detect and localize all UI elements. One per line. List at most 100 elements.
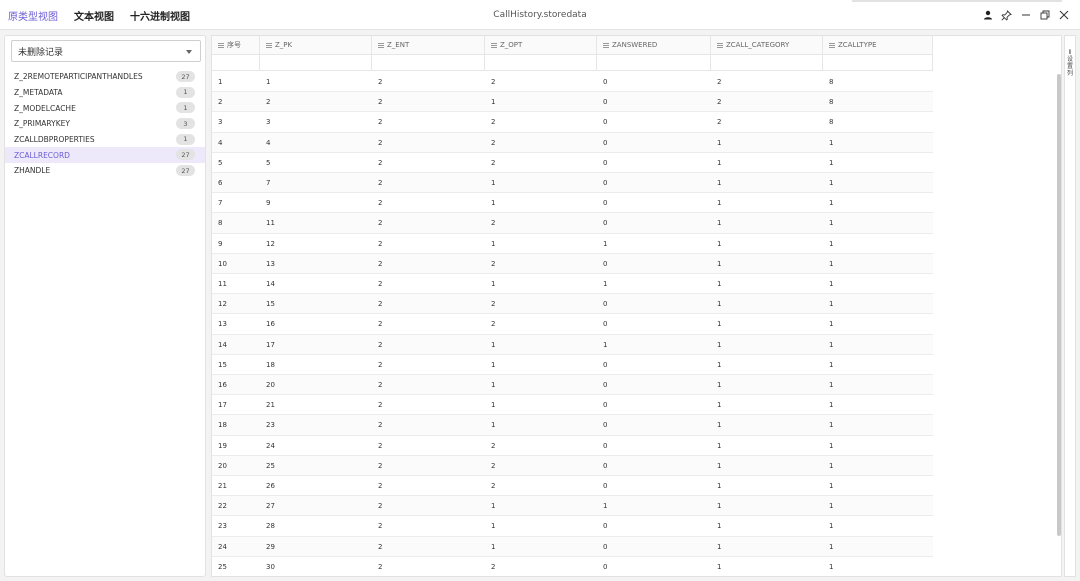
column-header-col-z-pk[interactable]: Z_PK xyxy=(260,36,372,55)
app-window: 原类型视图 文本视图 十六进制视图 CallHistory.storedata xyxy=(0,0,1080,581)
table-cell-col-zcalltype: 1 xyxy=(829,138,834,147)
sidebar-item-z-metadata[interactable]: Z_METADATA 1 xyxy=(5,85,205,101)
column-filter-col-z-pk[interactable] xyxy=(260,55,372,71)
table-row[interactable]: 21 26 2 2 0 1 1 xyxy=(212,476,933,497)
table-row[interactable]: 17 21 2 1 0 1 1 xyxy=(212,395,933,416)
table-cell-col-index: 11 xyxy=(218,280,227,288)
table-cell-col-zcalltype: 1 xyxy=(829,179,834,187)
column-filter-col-zanswered[interactable] xyxy=(597,55,711,71)
table-cell-col-zcall-category: 1 xyxy=(717,421,722,430)
table-cell-col-zanswered: 0 xyxy=(603,381,608,389)
column-filter-col-z-ent[interactable] xyxy=(372,55,485,71)
scrollbar-thumb[interactable] xyxy=(1057,74,1061,536)
column-menu-icon xyxy=(266,42,272,48)
sidebar-item-zcallrecord[interactable]: ZCALLRECORD 27 xyxy=(5,147,205,164)
table-row[interactable]: 10 13 2 2 0 1 1 xyxy=(212,253,933,274)
table-cell-col-zcalltype: 1 xyxy=(829,259,834,268)
table-cell-col-z-ent: 2 xyxy=(378,360,383,369)
table-cell-col-zcall-category: 1 xyxy=(717,441,722,450)
table-cell-col-zanswered: 0 xyxy=(603,300,608,309)
table-cell-col-z-pk: 14 xyxy=(266,280,275,288)
table-row[interactable]: 25 30 2 2 0 1 1 xyxy=(212,557,933,576)
sidebar-item-z-modelcache[interactable]: Z_MODELCACHE 1 xyxy=(5,100,205,116)
view-tabs: 原类型视图 文本视图 十六进制视图 xyxy=(8,0,206,30)
table-cell-col-z-ent: 2 xyxy=(378,78,383,86)
table-row[interactable]: 8 11 2 2 0 1 1 xyxy=(212,213,933,234)
tab-hex-view[interactable]: 十六进制视图 xyxy=(130,8,190,23)
close-icon[interactable] xyxy=(1055,7,1072,24)
table-cell-col-zanswered: 0 xyxy=(603,219,608,228)
column-header-label: Z_OPT xyxy=(500,41,523,49)
table-cell-col-z-pk: 27 xyxy=(266,502,275,511)
table-row[interactable]: 3 3 2 2 0 2 8 xyxy=(212,112,933,133)
table-row[interactable]: 13 16 2 2 0 1 1 xyxy=(212,314,933,335)
table-row[interactable]: 7 9 2 1 0 1 1 xyxy=(212,193,933,214)
vertical-scrollbar[interactable] xyxy=(1056,72,1061,574)
record-filter-select[interactable]: 未删除记录 xyxy=(11,40,201,62)
table-cell-col-index: 16 xyxy=(218,381,227,389)
restore-icon[interactable] xyxy=(1036,7,1053,24)
table-row[interactable]: 18 23 2 1 0 1 1 xyxy=(212,415,933,436)
sidebar-item-zcalldbproperties[interactable]: ZCALLDBPROPERTIES 1 xyxy=(5,132,205,148)
record-filter-value: 未删除记录 xyxy=(18,47,64,58)
table-row[interactable]: 14 17 2 1 1 1 1 xyxy=(212,334,933,355)
column-filter-col-index[interactable] xyxy=(212,55,260,71)
column-filter-col-z-opt[interactable] xyxy=(485,55,597,71)
table-row[interactable]: 20 25 2 2 0 1 1 xyxy=(212,455,933,476)
window-controls xyxy=(977,0,1072,30)
table-row[interactable]: 5 5 2 2 0 1 1 xyxy=(212,153,933,173)
column-header-col-zcalltype[interactable]: ZCALLTYPE xyxy=(823,36,933,55)
table-row[interactable]: 9 12 2 1 1 1 1 xyxy=(212,234,933,254)
column-menu-icon xyxy=(603,42,609,48)
column-filter-col-zcall-category[interactable] xyxy=(711,55,823,71)
minimize-icon[interactable] xyxy=(1017,7,1034,24)
table-row[interactable]: 22 27 2 1 1 1 1 xyxy=(212,496,933,517)
table-cell-col-zcall-category: 1 xyxy=(717,259,722,268)
table-row[interactable]: 6 7 2 1 0 1 1 xyxy=(212,173,933,194)
column-settings-button[interactable]: ⦀ 设置列 xyxy=(1065,49,1075,77)
table-row[interactable]: 15 18 2 1 0 1 1 xyxy=(212,355,933,375)
count-badge: 27 xyxy=(176,165,195,177)
table-cell-col-zcall-category: 1 xyxy=(717,482,722,490)
sidebar-item-z-2remoteparticipanthandles[interactable]: Z_2REMOTEPARTICIPANTHANDLES 27 xyxy=(5,69,205,85)
table-row[interactable]: 1 1 2 2 0 2 8 xyxy=(212,72,933,93)
column-header-col-zanswered[interactable]: ZANSWERED xyxy=(597,36,711,55)
table-cell-col-z-ent: 2 xyxy=(378,239,383,248)
sidebar-item-zhandle[interactable]: ZHANDLE 27 xyxy=(5,163,205,179)
sidebar-item-z-primarykey[interactable]: Z_PRIMARYKEY 3 xyxy=(5,116,205,132)
column-header-col-zcall-category[interactable]: ZCALL_CATEGORY xyxy=(711,36,823,55)
column-header-col-z-opt[interactable]: Z_OPT xyxy=(485,36,597,55)
table-item-label: Z_METADATA xyxy=(14,88,63,98)
table-cell-col-z-ent: 2 xyxy=(378,118,383,127)
table-cell-col-zcalltype: 1 xyxy=(829,421,834,430)
column-filter-col-zcalltype[interactable] xyxy=(823,55,933,71)
table-cell-col-z-opt: 1 xyxy=(491,280,496,288)
table-row[interactable]: 2 2 2 1 0 2 8 xyxy=(212,92,933,113)
table-cell-col-z-ent: 2 xyxy=(378,259,383,268)
table-cell-col-index: 23 xyxy=(218,522,227,531)
table-cell-col-z-opt: 2 xyxy=(491,138,496,147)
user-icon[interactable] xyxy=(979,7,996,24)
column-header-col-index[interactable]: 序号 xyxy=(212,36,260,55)
table-row[interactable]: 23 28 2 1 0 1 1 xyxy=(212,516,933,537)
pin-icon[interactable] xyxy=(998,7,1015,24)
tab-text-view[interactable]: 文本视图 xyxy=(74,8,114,23)
table-row[interactable]: 4 4 2 2 0 1 1 xyxy=(212,132,933,153)
table-cell-col-z-ent: 2 xyxy=(378,280,383,288)
table-row[interactable]: 11 14 2 1 1 1 1 xyxy=(212,274,933,295)
table-cell-col-z-ent: 2 xyxy=(378,461,383,470)
table-cell-col-index: 7 xyxy=(218,199,223,208)
table-row[interactable]: 24 29 2 1 0 1 1 xyxy=(212,536,933,557)
table-cell-col-z-ent: 2 xyxy=(378,199,383,208)
table-cell-col-z-ent: 2 xyxy=(378,158,383,167)
table-row[interactable]: 16 20 2 1 0 1 1 xyxy=(212,375,933,396)
table-cell-col-index: 25 xyxy=(218,562,227,571)
column-header-col-z-ent[interactable]: Z_ENT xyxy=(372,36,485,55)
table-cell-col-zcalltype: 1 xyxy=(829,461,834,470)
table-row[interactable]: 19 24 2 2 0 1 1 xyxy=(212,436,933,456)
column-menu-icon xyxy=(491,42,497,48)
table-cell-col-zcall-category: 1 xyxy=(717,219,722,228)
tab-raw-type-view[interactable]: 原类型视图 xyxy=(8,8,58,23)
count-badge: 1 xyxy=(176,133,195,145)
table-row[interactable]: 12 15 2 2 0 1 1 xyxy=(212,294,933,315)
